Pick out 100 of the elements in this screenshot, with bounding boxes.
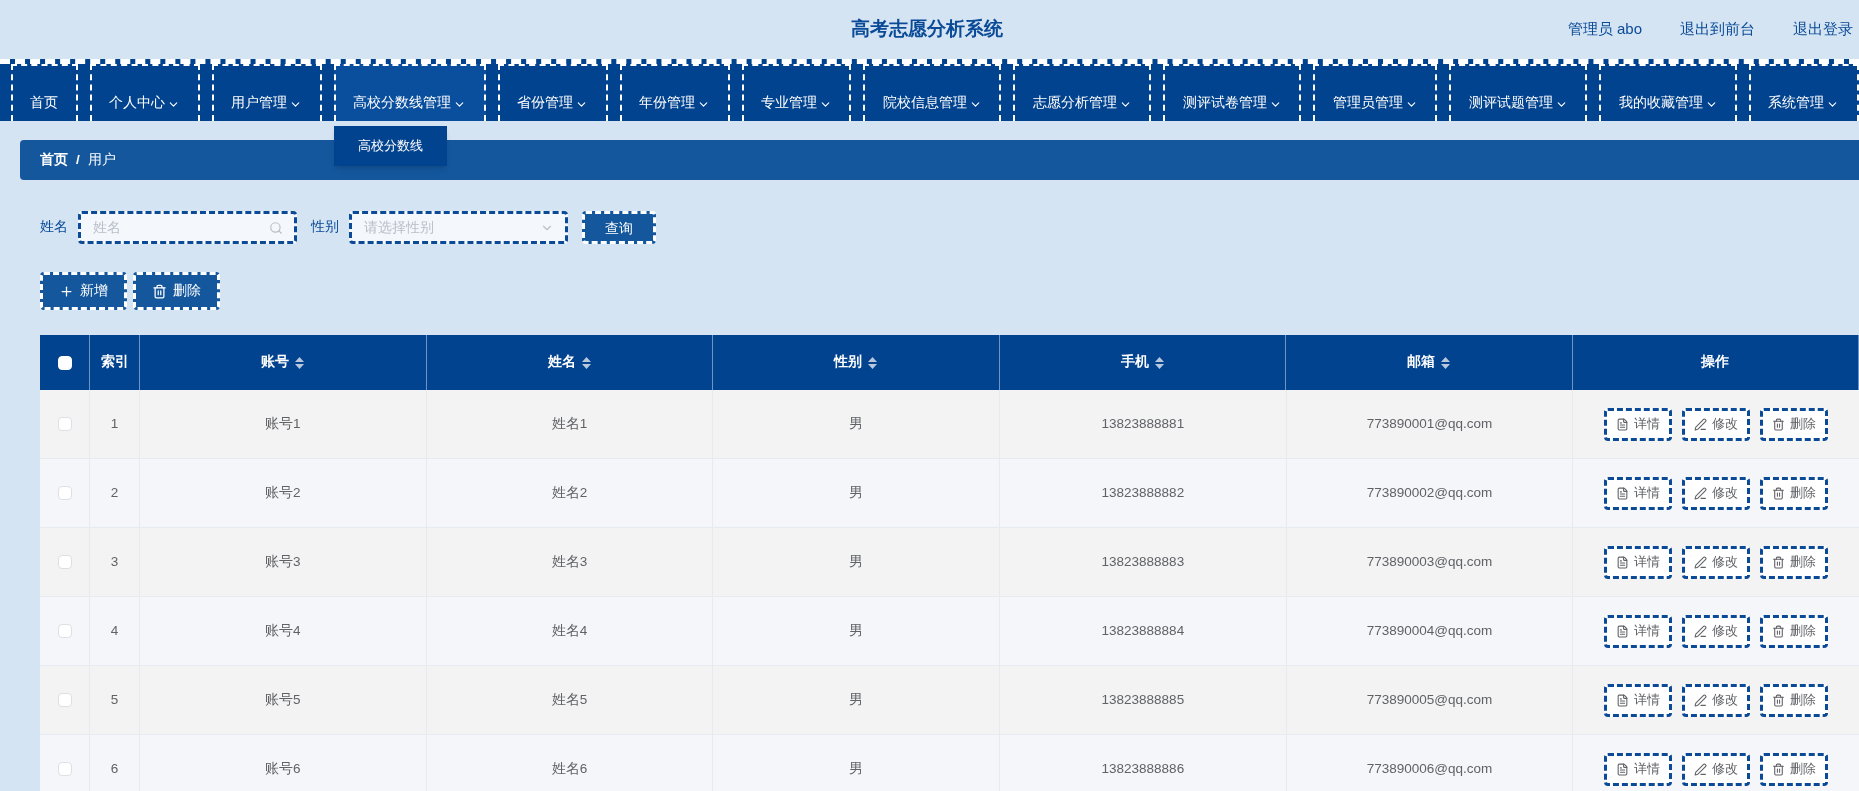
- nav-tab[interactable]: 测评试卷管理: [1163, 64, 1302, 121]
- breadcrumb-separator: /: [76, 150, 80, 169]
- checkbox[interactable]: [57, 486, 72, 500]
- sort-icon[interactable]: [1441, 356, 1451, 369]
- edit-button[interactable]: 修改: [1682, 683, 1751, 717]
- delete-button[interactable]: 删除: [1760, 545, 1829, 579]
- table-cell-text: 6: [110, 759, 119, 778]
- nav-tab[interactable]: 志愿分析管理: [1013, 64, 1152, 121]
- search-button[interactable]: 查询: [582, 211, 656, 244]
- pencil-icon: [1694, 762, 1708, 776]
- breadcrumb-link[interactable]: 首页: [40, 149, 68, 171]
- filter-label: 性别: [311, 218, 339, 237]
- delete-button[interactable]: 删除: [1760, 683, 1829, 717]
- table-cell-text: 4: [110, 621, 119, 640]
- table-cell-text: 账号3: [265, 552, 301, 571]
- table-cell-text: 姓名6: [551, 759, 588, 778]
- nav-tab[interactable]: 省份管理: [497, 64, 608, 121]
- detail-button[interactable]: 详情: [1604, 752, 1673, 786]
- table-cell-text: 13823888881: [1101, 414, 1185, 433]
- pencil-icon: [1694, 555, 1708, 569]
- table-cell-text: 773890006@qq.com: [1366, 759, 1493, 778]
- table-cell-text: 773890003@qq.com: [1366, 552, 1493, 571]
- trash-icon: [1772, 486, 1786, 500]
- table-cell-text: 账号6: [265, 759, 301, 778]
- edit-button[interactable]: 修改: [1682, 407, 1751, 441]
- nav-tab[interactable]: 专业管理: [741, 64, 852, 121]
- table-cell-text: 773890002@qq.com: [1366, 483, 1493, 502]
- trash-icon: [1772, 693, 1786, 707]
- table-cell-text: 5: [110, 690, 119, 709]
- table-cell-text: 男: [849, 483, 864, 502]
- table-cell-text: 姓名4: [551, 621, 588, 640]
- table-cell-text: 13823888882: [1101, 483, 1185, 502]
- table-cell-text: 男: [849, 552, 864, 571]
- edit-button[interactable]: 修改: [1682, 614, 1751, 648]
- table-cell-text: 773890005@qq.com: [1366, 690, 1493, 709]
- trash-icon: [152, 283, 167, 299]
- nav-tab[interactable]: 我的收藏管理: [1599, 64, 1737, 121]
- sort-icon[interactable]: [295, 356, 305, 369]
- header-link[interactable]: 退出到前台: [1680, 18, 1755, 41]
- sort-icon[interactable]: [581, 356, 591, 369]
- checkbox[interactable]: [57, 693, 72, 707]
- table-cell-text: 男: [849, 621, 864, 640]
- pencil-icon: [1694, 693, 1708, 707]
- input-field[interactable]: 姓名: [78, 211, 297, 244]
- nav-tab[interactable]: 年份管理: [619, 64, 730, 121]
- detail-button[interactable]: 详情: [1604, 545, 1673, 579]
- table-cell-text: 773890004@qq.com: [1366, 621, 1493, 640]
- breadcrumb-link[interactable]: 用户: [87, 149, 116, 171]
- table-cell-text: 姓名2: [551, 483, 588, 502]
- delete-button[interactable]: 删除: [1760, 752, 1829, 786]
- table-cell-text: 1: [110, 414, 119, 433]
- add-button[interactable]: 新增: [40, 272, 127, 310]
- nav-tab[interactable]: 首页: [11, 64, 78, 121]
- checkbox[interactable]: [57, 624, 72, 638]
- nav-tab[interactable]: 用户管理: [211, 64, 322, 121]
- detail-button[interactable]: 详情: [1604, 614, 1673, 648]
- nav-tab[interactable]: 高校分数线管理: [333, 64, 486, 121]
- nav-tab[interactable]: 院校信息管理: [863, 64, 1002, 121]
- table-cell-text: 账号4: [265, 621, 301, 640]
- sort-icon[interactable]: [1154, 356, 1164, 369]
- trash-icon: [1772, 762, 1786, 776]
- pencil-icon: [1694, 486, 1708, 500]
- app-title: 高考志愿分析系统: [850, 17, 1003, 42]
- table-cell-text: 男: [849, 690, 864, 709]
- checkbox[interactable]: [57, 417, 72, 431]
- table-cell-text: 姓名5: [551, 690, 588, 709]
- dropdown-item[interactable]: 高校分数线: [333, 126, 447, 166]
- nav-tab[interactable]: 个人中心: [89, 64, 200, 121]
- table-cell-text: 账号5: [265, 690, 301, 709]
- delete-button[interactable]: 删除: [1760, 476, 1829, 510]
- delete-button[interactable]: 删除: [1760, 407, 1829, 441]
- table-cell-text: 3: [110, 552, 119, 571]
- search-icon: [269, 221, 283, 235]
- trash-icon: [1772, 417, 1786, 431]
- nav-tab[interactable]: 管理员管理: [1313, 64, 1438, 121]
- checkbox[interactable]: [57, 555, 72, 569]
- table-cell-text: 13823888885: [1101, 690, 1185, 709]
- checkbox[interactable]: [57, 762, 72, 776]
- delete-button[interactable]: 删除: [1760, 614, 1829, 648]
- header-link[interactable]: 管理员 abo: [1567, 18, 1642, 41]
- header-link[interactable]: 退出登录: [1793, 18, 1853, 41]
- detail-button[interactable]: 详情: [1604, 476, 1673, 510]
- table-cell-text: 账号1: [265, 414, 301, 433]
- pencil-icon: [1694, 624, 1708, 638]
- document-icon: [1616, 624, 1630, 638]
- nav-tab[interactable]: 系统管理: [1749, 64, 1859, 121]
- nav-tab[interactable]: 测评试题管理: [1449, 64, 1588, 121]
- table-cell-text: 账号2: [265, 483, 301, 502]
- filter-label: 姓名: [40, 218, 68, 237]
- pencil-icon: [1694, 417, 1708, 431]
- sort-icon[interactable]: [868, 356, 878, 369]
- delete-button[interactable]: 删除: [133, 272, 220, 310]
- detail-button[interactable]: 详情: [1604, 407, 1673, 441]
- document-icon: [1616, 555, 1630, 569]
- edit-button[interactable]: 修改: [1682, 476, 1751, 510]
- trash-icon: [1772, 555, 1786, 569]
- table-cell-text: 13823888886: [1101, 759, 1185, 778]
- edit-button[interactable]: 修改: [1682, 545, 1751, 579]
- detail-button[interactable]: 详情: [1604, 683, 1673, 717]
- edit-button[interactable]: 修改: [1682, 752, 1751, 786]
